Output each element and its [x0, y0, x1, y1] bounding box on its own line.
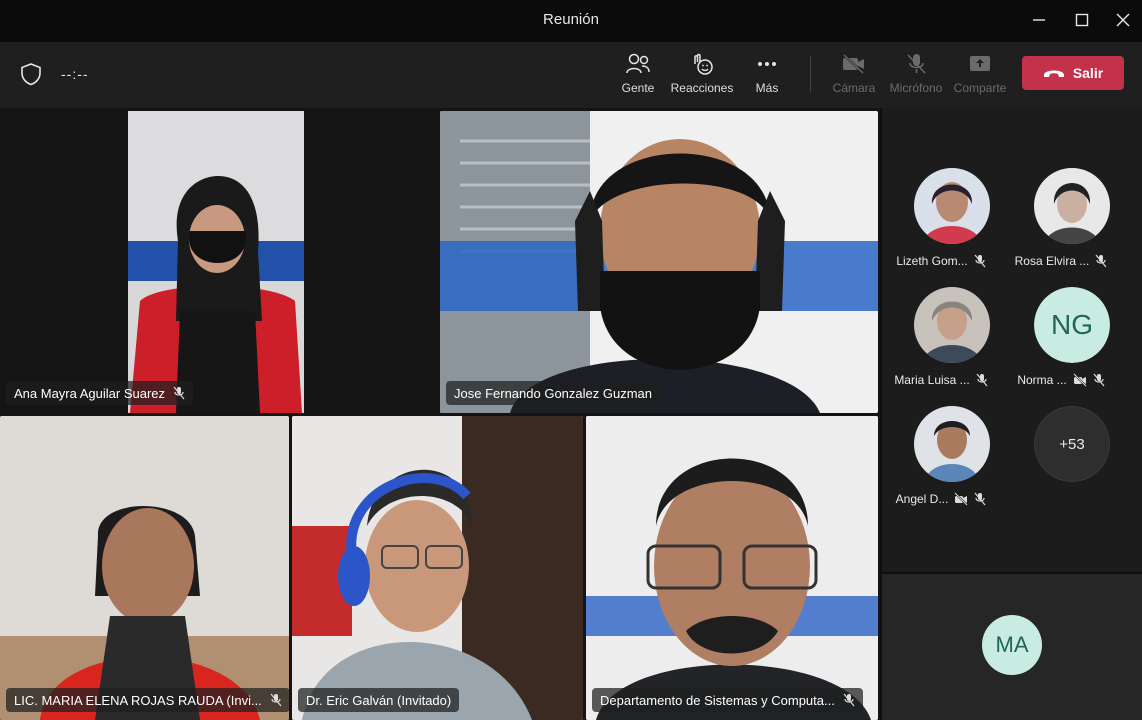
avatar-initials: NG — [1034, 287, 1110, 363]
avatar — [914, 406, 990, 482]
close-button[interactable] — [1106, 6, 1140, 34]
video-tile[interactable]: Dr. Eric Galván (Invitado) — [292, 416, 583, 720]
self-view[interactable]: MA — [882, 574, 1142, 720]
maximize-icon — [1075, 13, 1089, 27]
reactions-label: Reacciones — [670, 81, 734, 95]
maximize-button[interactable] — [1065, 6, 1099, 34]
participant-cell[interactable]: Angel D... — [882, 406, 1000, 522]
video-tile[interactable]: Jose Fernando Gonzalez Guzman — [440, 111, 878, 413]
muted-mic-icon — [974, 492, 986, 506]
reactions-button[interactable]: Reacciones — [667, 52, 737, 100]
video-stage: Ana Mayra Aguilar Suarez Jose Fernando G… — [0, 108, 880, 720]
video-tile[interactable]: Departamento de Sistemas y Computa... — [586, 416, 878, 720]
participant-name-tag: LIC. MARIA ELENA ROJAS RAUDA (Invi... — [6, 688, 289, 712]
more-participants-count: +53 — [1034, 406, 1110, 482]
participant-gallery: Lizeth Gom... Rosa Elvira ... Maria Luis… — [882, 108, 1142, 572]
participant-video — [440, 111, 878, 413]
microphone-label: Micrófono — [889, 81, 943, 95]
reactions-icon — [694, 53, 713, 75]
minimize-icon — [1033, 19, 1045, 21]
participant-name: Norma ... — [1017, 373, 1067, 387]
muted-mic-icon — [976, 373, 988, 387]
participant-name: Jose Fernando Gonzalez Guzman — [454, 385, 652, 401]
participant-cell[interactable]: Rosa Elvira ... — [1002, 168, 1120, 284]
more-icon — [758, 62, 776, 66]
share-screen-icon — [970, 56, 990, 71]
muted-mic-icon — [173, 386, 185, 400]
participant-name: Ana Mayra Aguilar Suarez — [14, 385, 166, 401]
share-button[interactable]: Comparte — [945, 52, 1015, 100]
participant-cell[interactable]: Lizeth Gom... — [882, 168, 1000, 284]
participant-name-tag: Departamento de Sistemas y Computa... — [592, 688, 863, 712]
participant-video — [586, 416, 878, 720]
avatar: NG — [1034, 287, 1110, 363]
muted-mic-icon — [270, 693, 282, 707]
participant-cell[interactable]: NG Norma ... — [1002, 287, 1120, 403]
title-bar: Reunión — [0, 0, 1142, 42]
participant-name: LIC. MARIA ELENA ROJAS RAUDA (Invi... — [14, 692, 262, 708]
participant-name: Lizeth Gom... — [896, 254, 968, 268]
avatar — [914, 168, 990, 244]
meeting-timer: --:-- — [61, 66, 89, 82]
participant-name-tag: Ana Mayra Aguilar Suarez — [6, 381, 194, 405]
muted-mic-icon — [843, 693, 855, 707]
participant-name: Angel D... — [895, 492, 949, 506]
participant-name-tag: Dr. Eric Galván (Invitado) — [298, 688, 460, 712]
leave-button[interactable]: Salir — [1022, 56, 1124, 90]
participant-name: Rosa Elvira ... — [1014, 254, 1090, 268]
share-label: Comparte — [953, 81, 1007, 95]
window-title: Reunión — [543, 11, 599, 28]
more-button[interactable]: Más — [732, 52, 802, 100]
shield-icon — [20, 62, 42, 91]
video-tile[interactable]: LIC. MARIA ELENA ROJAS RAUDA (Invi... — [0, 416, 289, 720]
camera-label: Cámara — [832, 81, 876, 95]
leave-label: Salir — [1072, 65, 1104, 81]
close-icon — [1116, 13, 1130, 27]
muted-mic-icon — [1095, 254, 1107, 268]
toolbar-divider — [810, 56, 811, 92]
participant-video — [128, 111, 304, 413]
camera-button[interactable]: Cámara — [819, 52, 889, 100]
participant-name: Maria Luisa ... — [894, 373, 970, 387]
hang-up-icon — [1043, 70, 1064, 77]
participant-name-tag: Jose Fernando Gonzalez Guzman — [446, 381, 660, 405]
microphone-off-icon — [907, 54, 926, 74]
video-tile[interactable]: Ana Mayra Aguilar Suarez — [0, 111, 437, 413]
meeting-toolbar: --:-- Gente Reacciones Más Cámara Micróf… — [0, 42, 1142, 108]
muted-mic-icon — [974, 254, 986, 268]
avatar — [1034, 168, 1110, 244]
participant-name: Departamento de Sistemas y Computa... — [600, 692, 835, 708]
people-button[interactable]: Gente — [603, 52, 673, 100]
participant-cell[interactable]: Maria Luisa ... — [882, 287, 1000, 403]
participant-video — [292, 416, 583, 720]
participant-name: Dr. Eric Galván (Invitado) — [306, 692, 452, 708]
self-avatar: MA — [982, 615, 1042, 675]
minimize-button[interactable] — [1022, 6, 1056, 34]
people-icon — [626, 53, 650, 74]
avatar — [914, 287, 990, 363]
camera-off-icon — [1072, 373, 1087, 387]
people-label: Gente — [621, 81, 655, 95]
more-label: Más — [755, 81, 779, 95]
microphone-button[interactable]: Micrófono — [881, 52, 951, 100]
camera-off-icon — [843, 54, 864, 74]
more-participants[interactable]: +53 — [1002, 406, 1120, 522]
participant-video — [0, 416, 289, 720]
camera-off-icon — [954, 492, 969, 506]
muted-mic-icon — [1093, 373, 1105, 387]
